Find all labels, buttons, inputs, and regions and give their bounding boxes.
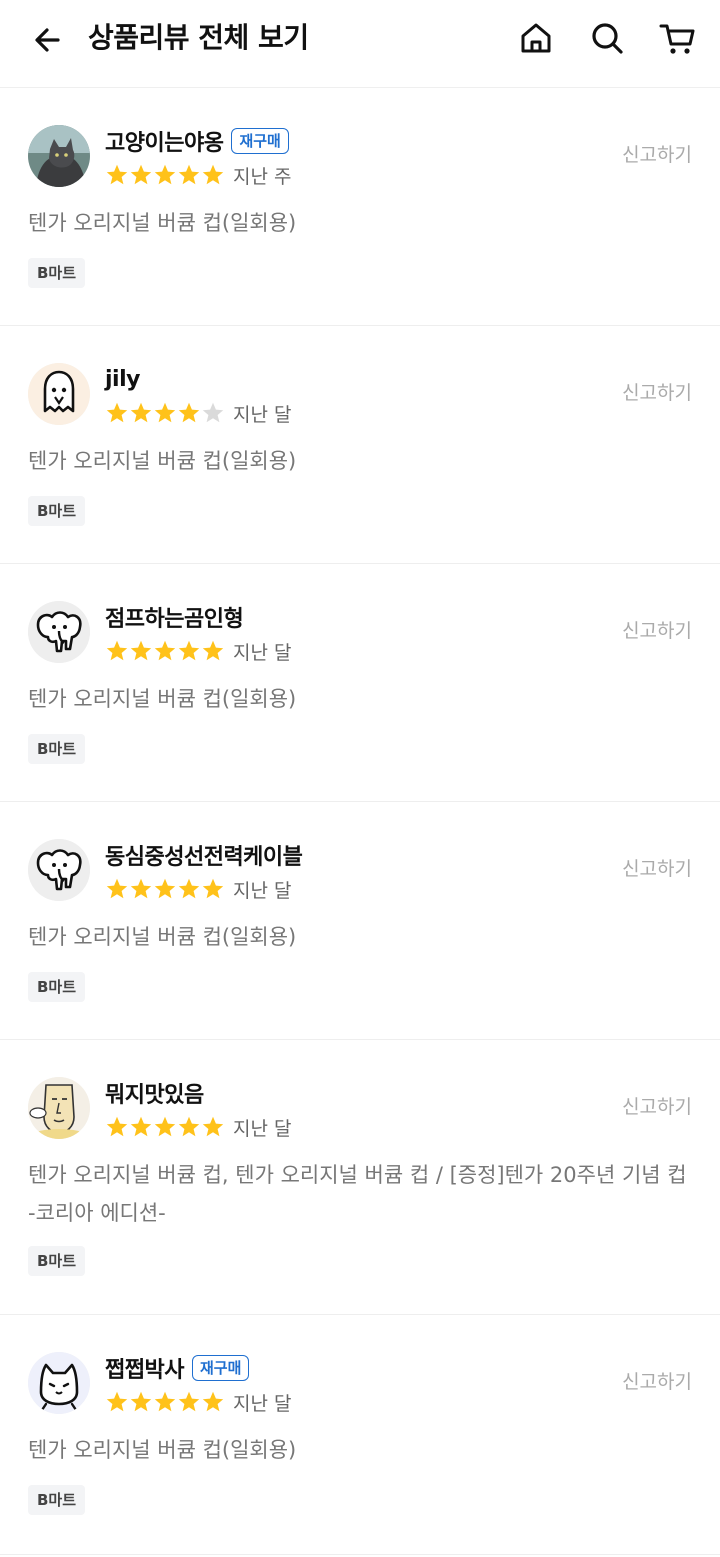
review-list: 고양이는야옹 재구매 지난 주 신고하기 텐가 오리지널 버큠 컵(일회용) B마트 jil… xyxy=(0,88,720,1555)
star-filled-icon xyxy=(177,639,201,663)
report-button[interactable]: 신고하기 xyxy=(622,140,692,167)
avatar[interactable] xyxy=(28,1077,90,1139)
star-filled-icon xyxy=(105,1390,129,1414)
review-item: 뭐지맛있음지난 달 신고하기텐가 오리지널 버큠 컵, 텐가 오리지널 버큠 컵 … xyxy=(0,1040,720,1315)
ordered-product-name: 텐가 오리지널 버큠 컵(일회용) xyxy=(28,925,297,949)
reviewer-nickname[interactable]: 점프하는곰인형 xyxy=(105,601,244,633)
review-time: 지난 달 xyxy=(233,641,292,664)
review-time: 지난 달 xyxy=(233,1392,292,1415)
star-filled-icon xyxy=(105,401,129,425)
review-item: jily 지난 달 신고하기텐가 오리지널 버큠 컵(일회용) B마트 xyxy=(0,326,720,564)
avatar[interactable] xyxy=(28,1352,90,1414)
ordered-product-name: 텐가 오리지널 버큠 컵(일회용) xyxy=(28,1438,297,1462)
star-rating: 지난 달 xyxy=(105,1387,291,1417)
reviewer-nickname[interactable]: 뭐지맛있음 xyxy=(105,1077,204,1109)
review-time: 지난 달 xyxy=(233,879,292,902)
star-filled-icon xyxy=(153,401,177,425)
star-filled-icon xyxy=(177,1390,201,1414)
review-item: 쩝쩝박사 재구매지난 달 신고하기텐가 오리지널 버큠 컵(일회용) B마트 xyxy=(0,1315,720,1555)
avatar[interactable] xyxy=(28,125,90,187)
report-button[interactable]: 신고하기 xyxy=(622,1092,692,1119)
store-tag: B마트 xyxy=(28,496,86,526)
ordered-product-name: 텐가 오리지널 버큠 컵(일회용) xyxy=(28,449,297,473)
top-app-bar: 상품리뷰 전체 보기 xyxy=(0,0,720,88)
reviewer-row: 고양이는야옹 재구매 xyxy=(105,124,289,158)
avatar[interactable] xyxy=(28,601,90,663)
reviewer-nickname[interactable]: 동심중성선전력케이블 xyxy=(105,839,303,871)
store-tag: B마트 xyxy=(28,972,86,1002)
cart-icon[interactable] xyxy=(658,18,698,58)
star-filled-icon xyxy=(129,1115,153,1139)
reviewer-row: 뭐지맛있음 xyxy=(105,1076,204,1110)
star-filled-icon xyxy=(201,1390,225,1414)
star-filled-icon xyxy=(129,639,153,663)
star-filled-icon xyxy=(105,1115,129,1139)
star-filled-icon xyxy=(201,163,225,187)
store-tag: B마트 xyxy=(28,258,86,288)
report-button[interactable]: 신고하기 xyxy=(622,854,692,881)
review-item: 점프하는곰인형지난 달 신고하기텐가 오리지널 버큠 컵(일회용) B마트 xyxy=(0,564,720,802)
star-rating: 지난 달 xyxy=(105,636,291,666)
star-rating: 지난 주 xyxy=(105,160,291,190)
report-button[interactable]: 신고하기 xyxy=(622,1367,692,1394)
ordered-product-name: 텐가 오리지널 버큠 컵(일회용) xyxy=(28,687,297,711)
back-arrow-icon[interactable] xyxy=(28,20,68,60)
star-filled-icon xyxy=(105,877,129,901)
repurchase-badge: 재구매 xyxy=(231,128,289,154)
star-rating: 지난 달 xyxy=(105,398,291,428)
home-icon[interactable] xyxy=(516,18,556,58)
star-filled-icon xyxy=(177,877,201,901)
review-time: 지난 달 xyxy=(233,403,292,426)
reviewer-row: 동심중성선전력케이블 xyxy=(105,838,303,872)
reviewer-nickname[interactable]: 고양이는야옹 xyxy=(105,125,224,157)
star-filled-icon xyxy=(177,401,201,425)
star-filled-icon xyxy=(129,1390,153,1414)
page-title: 상품리뷰 전체 보기 xyxy=(88,21,309,54)
star-filled-icon xyxy=(153,1390,177,1414)
report-button[interactable]: 신고하기 xyxy=(622,616,692,643)
star-filled-icon xyxy=(129,877,153,901)
avatar[interactable] xyxy=(28,363,90,425)
reviewer-nickname[interactable]: 쩝쩝박사 xyxy=(105,1352,184,1384)
review-item: 동심중성선전력케이블지난 달 신고하기텐가 오리지널 버큠 컵(일회용) B마트 xyxy=(0,802,720,1040)
repurchase-badge: 재구매 xyxy=(191,1355,250,1381)
star-filled-icon xyxy=(201,1115,225,1139)
star-filled-icon xyxy=(153,639,177,663)
store-tag: B마트 xyxy=(28,1246,86,1276)
star-filled-icon xyxy=(153,1115,177,1139)
star-filled-icon xyxy=(105,163,129,187)
reviewer-row: 점프하는곰인형 xyxy=(105,600,244,634)
review-item: 고양이는야옹 재구매지난 주 신고하기텐가 오리지널 버큠 컵(일회용) B마트 xyxy=(0,88,720,326)
star-rating: 지난 달 xyxy=(105,1112,291,1142)
report-button[interactable]: 신고하기 xyxy=(622,378,692,405)
reviewer-row: 쩝쩝박사 재구매 xyxy=(105,1351,250,1385)
star-filled-icon xyxy=(201,877,225,901)
star-filled-icon xyxy=(153,163,177,187)
star-filled-icon xyxy=(153,877,177,901)
star-filled-icon xyxy=(129,163,153,187)
ordered-product-name: 텐가 오리지널 버큠 컵, 텐가 오리지널 버큠 컵 / [증정]텐가 20주년… xyxy=(28,1163,687,1225)
star-filled-icon xyxy=(177,1115,201,1139)
search-icon[interactable] xyxy=(587,18,627,58)
star-filled-icon xyxy=(177,163,201,187)
ordered-product-name: 텐가 오리지널 버큠 컵(일회용) xyxy=(28,211,297,235)
star-filled-icon xyxy=(129,401,153,425)
star-rating: 지난 달 xyxy=(105,874,291,904)
reviewer-nickname[interactable]: jily xyxy=(105,367,140,392)
store-tag: B마트 xyxy=(28,1485,86,1515)
star-filled-icon xyxy=(201,639,225,663)
reviewer-row: jily xyxy=(105,362,140,396)
review-time: 지난 주 xyxy=(233,165,292,188)
star-filled-icon xyxy=(105,639,129,663)
avatar[interactable] xyxy=(28,839,90,901)
star-empty-icon xyxy=(201,401,225,425)
review-time: 지난 달 xyxy=(233,1117,292,1140)
store-tag: B마트 xyxy=(28,734,86,764)
